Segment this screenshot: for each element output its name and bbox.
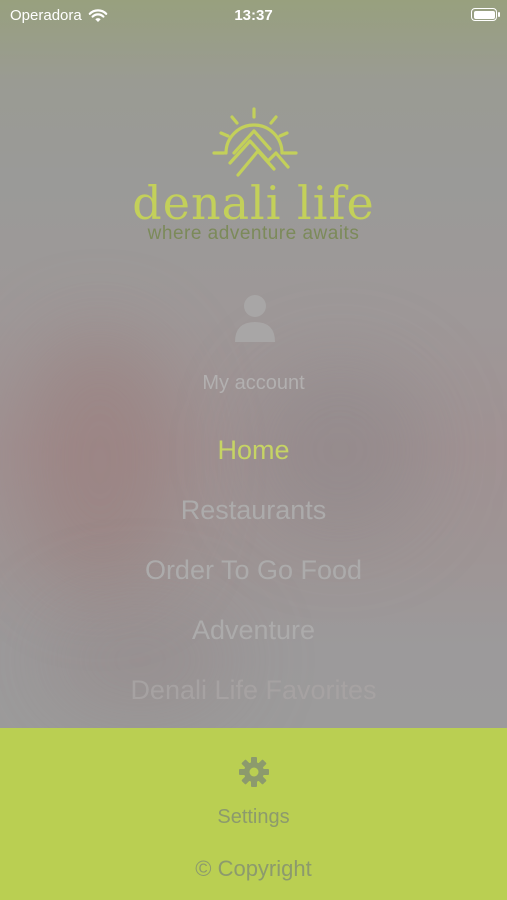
menu-item-adventure[interactable]: Adventure [0, 610, 507, 670]
menu-item-favorites[interactable]: Denali Life Favorites [0, 670, 507, 730]
settings-link[interactable]: Settings [0, 806, 507, 829]
brand-logo: denali life where adventure awaits [0, 105, 507, 245]
menu-item-home[interactable]: Home [0, 430, 507, 490]
brand-name: denali life [132, 176, 375, 230]
menu-item-order-to-go-food[interactable]: Order To Go Food [0, 550, 507, 610]
user-icon[interactable] [233, 292, 277, 344]
battery-icon [471, 8, 500, 21]
brand-tagline: where adventure awaits [147, 223, 360, 244]
sun-mountain-icon [211, 107, 298, 177]
status-bar: Operadora 13:37 [0, 0, 507, 32]
menu-footer: Settings © Copyright [0, 728, 507, 900]
menu-item-restaurants[interactable]: Restaurants [0, 490, 507, 550]
my-account-link[interactable]: My account [0, 372, 507, 395]
clock: 13:37 [234, 7, 273, 24]
side-menu: Home Restaurants Order To Go Food Advent… [0, 430, 507, 730]
gear-icon[interactable] [238, 756, 270, 788]
copyright-link[interactable]: © Copyright [0, 856, 507, 882]
